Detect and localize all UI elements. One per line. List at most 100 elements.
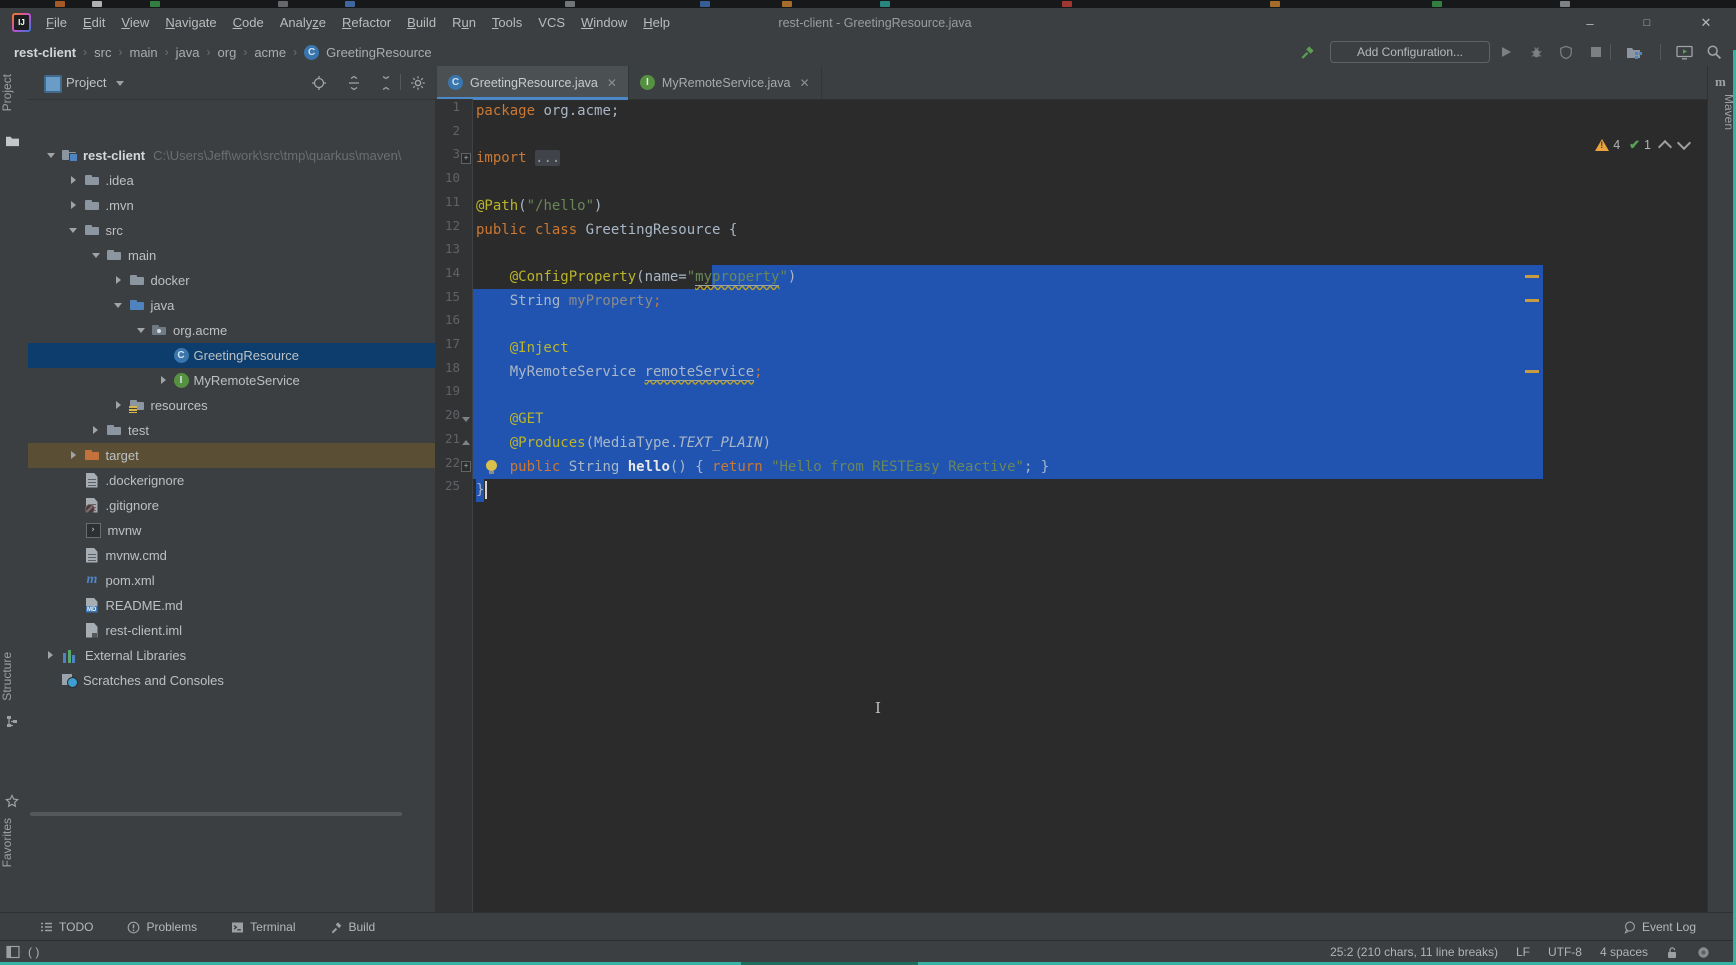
tree-item-resources[interactable]: resources	[28, 393, 435, 418]
add-configuration-button[interactable]: Add Configuration...	[1330, 41, 1490, 63]
breadcrumb-item-src[interactable]: src	[94, 45, 111, 60]
close-icon[interactable]: ✕	[607, 76, 617, 90]
tree-item-mvnw.cmd[interactable]: mvnw.cmd	[28, 543, 435, 568]
breadcrumb-item-org[interactable]: org	[218, 45, 237, 60]
menu-vcs[interactable]: VCS	[530, 8, 573, 38]
close-icon[interactable]: ✕	[799, 76, 809, 90]
code-line-20[interactable]: @GET	[473, 407, 1707, 432]
gear-icon[interactable]	[410, 75, 426, 91]
error-stripe-warning-mark[interactable]	[1525, 369, 1539, 373]
inspection-profile-icon[interactable]	[1697, 946, 1710, 959]
coverage-icon[interactable]	[1554, 41, 1578, 63]
run-anything-folder-icon[interactable]	[1622, 41, 1646, 63]
minimize-button[interactable]: –	[1575, 8, 1605, 38]
fold-marker[interactable]	[461, 407, 471, 431]
tree-item-pom.xml[interactable]: m pom.xml	[28, 568, 435, 593]
breadcrumb-item-java[interactable]: java	[176, 45, 200, 60]
indent-status[interactable]: 4 spaces	[1600, 945, 1648, 959]
run-target-monitor-icon[interactable]	[1672, 41, 1696, 63]
code-line-22[interactable]: public String hello() { return "Hello fr…	[473, 454, 1707, 479]
code-line-14[interactable]: @ConfigProperty(name="myproperty")	[473, 264, 1707, 289]
menu-file[interactable]: File	[38, 8, 75, 38]
maximize-button[interactable]: □	[1632, 8, 1662, 38]
menu-run[interactable]: Run	[444, 8, 484, 38]
chevron-down-icon[interactable]	[63, 227, 84, 233]
tree-item-org.acme[interactable]: org.acme	[28, 318, 435, 343]
breadcrumb-item-GreetingResource[interactable]: GreetingResource	[326, 45, 432, 60]
code-line-25[interactable]: }	[473, 478, 1707, 503]
menu-help[interactable]: Help	[635, 8, 678, 38]
warning-count[interactable]: 4	[1613, 138, 1620, 152]
stop-icon[interactable]	[1584, 41, 1608, 63]
tree-item-rest-client[interactable]: rest-client C:\Users\Jeff\work\src\tmp\qu…	[28, 143, 435, 168]
horizontal-scrollbar[interactable]	[30, 812, 402, 816]
event-log-button[interactable]: Event Log	[1623, 913, 1696, 941]
tool-stripe-favorites-tab[interactable]: Favorites	[0, 818, 28, 867]
code-line-16[interactable]	[473, 312, 1707, 337]
code-line-17[interactable]: @Inject	[473, 336, 1707, 360]
code-line-1[interactable]: package org.acme;	[473, 99, 1707, 123]
tree-item-target[interactable]: target	[28, 442, 435, 468]
chevron-right-icon[interactable]	[40, 651, 61, 659]
chevron-right-icon[interactable]	[63, 201, 84, 209]
tree-item-README.md[interactable]: MD README.md	[28, 593, 435, 618]
menu-analyze[interactable]: Analyze	[272, 8, 334, 38]
editor-gutter[interactable]: 1 2 3 +10 11 12 13 14 15 16 17 18 19 20 21 22 +25	[435, 99, 473, 912]
favorites-star-icon[interactable]	[5, 794, 21, 810]
code-line-15[interactable]: String myProperty;	[473, 288, 1707, 313]
fold-marker[interactable]: +	[461, 455, 471, 479]
fold-marker[interactable]: +	[461, 146, 471, 170]
tree-item-src[interactable]: src	[28, 218, 435, 243]
locate-file-icon[interactable]	[311, 75, 327, 91]
menu-build[interactable]: Build	[399, 8, 444, 38]
chevron-down-icon[interactable]	[130, 327, 151, 333]
tool-window-button-problems[interactable]: Problems	[127, 920, 197, 934]
tree-item-Scratches-and-Consoles[interactable]: Scratches and Consoles	[28, 668, 435, 693]
chevron-down-icon[interactable]	[85, 252, 106, 258]
tool-window-button-terminal[interactable]: Terminal	[231, 920, 296, 934]
tree-item-MyRemoteService[interactable]: I MyRemoteService	[28, 368, 435, 393]
code-line-11[interactable]: @Path("/hello")	[473, 194, 1707, 218]
chevron-right-icon[interactable]	[63, 176, 84, 184]
chevron-right-icon[interactable]	[153, 376, 174, 384]
menu-tools[interactable]: Tools	[484, 8, 530, 38]
passed-count[interactable]: 1	[1644, 138, 1651, 152]
tree-item-java[interactable]: java	[28, 293, 435, 318]
hide-tool-windows-icon[interactable]	[6, 945, 20, 959]
tree-item-main[interactable]: main	[28, 243, 435, 268]
encoding-status[interactable]: UTF-8	[1548, 945, 1582, 959]
tool-stripe-maven-tab[interactable]: Maven	[1708, 94, 1736, 130]
code-line-12[interactable]: public class GreetingResource {	[473, 218, 1707, 242]
menu-code[interactable]: Code	[225, 8, 272, 38]
previous-problem-icon[interactable]	[1657, 139, 1673, 155]
code-line-2[interactable]	[473, 123, 1707, 147]
menu-navigate[interactable]: Navigate	[157, 8, 224, 38]
project-panel-title[interactable]: Project	[66, 66, 106, 99]
menu-refactor[interactable]: Refactor	[334, 8, 399, 38]
line-ending-status[interactable]: LF	[1516, 945, 1530, 959]
menu-window[interactable]: Window	[573, 8, 635, 38]
editor-tab-GreetingResource.java[interactable]: C GreetingResource.java ✕	[437, 66, 629, 100]
tree-item-GreetingResource[interactable]: C GreetingResource	[28, 342, 435, 368]
build-hammer-icon[interactable]	[1296, 41, 1320, 63]
tool-stripe-structure-tab[interactable]: Structure	[0, 652, 28, 701]
breadcrumb-item-rest-client[interactable]: rest-client	[14, 45, 76, 60]
tool-window-button-build[interactable]: Build	[330, 920, 375, 934]
project-folder-icon[interactable]	[5, 134, 21, 150]
collapse-all-icon[interactable]	[378, 75, 394, 91]
search-everywhere-icon[interactable]	[1702, 41, 1726, 63]
error-stripe-warning-mark[interactable]	[1525, 298, 1539, 302]
breadcrumb-item-main[interactable]: main	[129, 45, 157, 60]
chevron-right-icon[interactable]	[85, 426, 106, 434]
run-icon[interactable]	[1494, 41, 1518, 63]
editor-tab-MyRemoteService.java[interactable]: I MyRemoteService.java ✕	[629, 66, 822, 99]
code-line-19[interactable]	[473, 383, 1707, 408]
tree-item-docker[interactable]: docker	[28, 268, 435, 293]
caret-position-status[interactable]: 25:2 (210 chars, 11 line breaks)	[1330, 945, 1498, 959]
debug-icon[interactable]	[1524, 41, 1548, 63]
lock-icon[interactable]	[1666, 946, 1679, 959]
fold-marker[interactable]	[461, 431, 471, 455]
tool-window-button-todo[interactable]: TODO	[40, 920, 93, 934]
tree-item-.gitignore[interactable]: .gitignore	[28, 493, 435, 518]
chevron-right-icon[interactable]	[63, 451, 84, 459]
